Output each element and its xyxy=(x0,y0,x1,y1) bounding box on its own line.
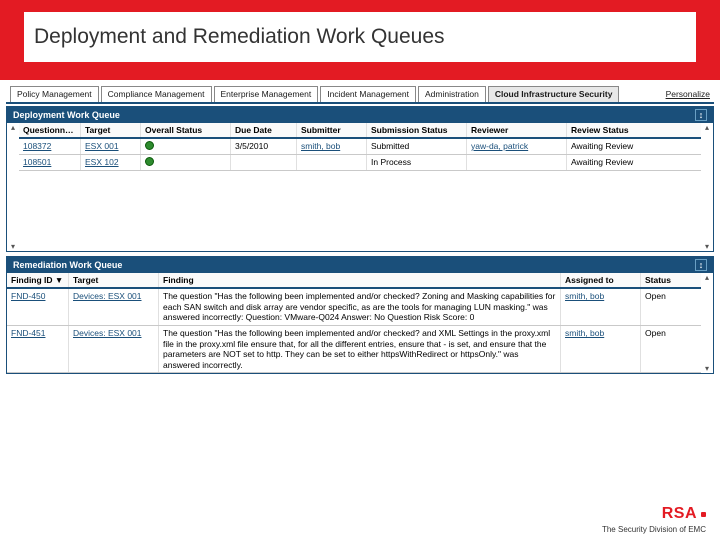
col-review-status[interactable]: Review Status xyxy=(567,123,701,137)
col-reviewer[interactable]: Reviewer xyxy=(467,123,567,137)
app-frame: Policy Management Compliance Management … xyxy=(6,86,714,374)
remediation-panel: Remediation Work Queue ↕ Finding ID ▼ Ta… xyxy=(6,256,714,374)
footer-branding: RSA The Security Division of EMC xyxy=(602,505,706,534)
col-submission-status[interactable]: Submission Status xyxy=(367,123,467,137)
status-cell xyxy=(141,139,231,154)
remediation-panel-title: Remediation Work Queue xyxy=(13,260,122,270)
finding-link[interactable]: FND-450 xyxy=(11,291,45,301)
table-row[interactable]: 108372 ESX 001 3/5/2010 smith, bob Submi… xyxy=(19,139,701,155)
nav-tab-incident[interactable]: Incident Management xyxy=(320,86,416,102)
col-target[interactable]: Target xyxy=(69,273,159,287)
target-link[interactable]: Devices: ESX 001 xyxy=(73,291,142,301)
status-text: Open xyxy=(641,326,701,373)
table-row[interactable]: 108501 ESX 102 In Process Awaiting Revie… xyxy=(19,155,701,171)
page-title-text: Deployment and Remediation Work Queues xyxy=(34,25,445,49)
col-due-date[interactable]: Due Date xyxy=(231,123,297,137)
logo-square-icon xyxy=(701,512,706,517)
col-submitter[interactable]: Submitter xyxy=(297,123,367,137)
assigned-link[interactable]: smith, bob xyxy=(565,328,604,338)
col-finding[interactable]: Finding xyxy=(159,273,561,287)
finding-link[interactable]: FND-451 xyxy=(11,328,45,338)
col-overall-status[interactable]: Overall Status xyxy=(141,123,231,137)
reviewer-link[interactable]: yaw-da, patrick xyxy=(471,141,528,151)
submitter-cell xyxy=(297,155,367,170)
remediation-panel-header: Remediation Work Queue ↕ xyxy=(7,257,713,273)
col-assigned[interactable]: Assigned to xyxy=(561,273,641,287)
panel-toggle-icon[interactable]: ↕ xyxy=(695,109,707,121)
rsa-logo: RSA xyxy=(602,505,706,523)
col-status[interactable]: Status xyxy=(641,273,701,287)
status-dot-icon xyxy=(145,141,154,150)
deployment-panel: Deployment Work Queue ↕ ▴▾ Questionna...… xyxy=(6,106,714,252)
target-link[interactable]: Devices: ESX 001 xyxy=(73,328,142,338)
deployment-panel-title: Deployment Work Queue xyxy=(13,110,120,120)
remediation-grid-header: Finding ID ▼ Target Finding Assigned to … xyxy=(7,273,701,289)
col-questionnaire[interactable]: Questionna... xyxy=(19,123,81,137)
target-link[interactable]: ESX 001 xyxy=(85,141,119,151)
status-dot-icon xyxy=(145,157,154,166)
finding-text: The question "Has the following been imp… xyxy=(159,326,561,373)
submitter-link[interactable]: smith, bob xyxy=(301,141,340,151)
remediation-grid: Finding ID ▼ Target Finding Assigned to … xyxy=(7,273,701,373)
finding-text: The question "Has the following been imp… xyxy=(159,289,561,325)
scrollbar[interactable]: ▴▾ xyxy=(701,123,713,251)
status-text: Open xyxy=(641,289,701,325)
submission-status: In Process xyxy=(367,155,467,170)
left-thumb[interactable]: ▴▾ xyxy=(7,123,19,251)
questionnaire-link[interactable]: 108501 xyxy=(23,157,51,167)
panel-toggle-icon[interactable]: ↕ xyxy=(695,259,707,271)
nav-tab-cloud[interactable]: Cloud Infrastructure Security xyxy=(488,86,620,102)
deployment-panel-header: Deployment Work Queue ↕ xyxy=(7,107,713,123)
review-status: Awaiting Review xyxy=(567,139,701,154)
rsa-tagline: The Security Division of EMC xyxy=(602,525,706,534)
table-row[interactable]: FND-451 Devices: ESX 001 The question "H… xyxy=(7,326,701,374)
rsa-mark: RSA xyxy=(662,505,697,523)
questionnaire-link[interactable]: 108372 xyxy=(23,141,51,151)
status-cell xyxy=(141,155,231,170)
scrollbar[interactable]: ▴▾ xyxy=(701,273,713,373)
col-finding-id[interactable]: Finding ID ▼ xyxy=(7,273,69,287)
nav-tab-compliance[interactable]: Compliance Management xyxy=(101,86,212,102)
deployment-grid-header: Questionna... Target Overall Status Due … xyxy=(19,123,701,139)
due-date xyxy=(231,155,297,170)
nav-tab-admin[interactable]: Administration xyxy=(418,86,486,102)
review-status: Awaiting Review xyxy=(567,155,701,170)
submission-status: Submitted xyxy=(367,139,467,154)
sort-desc-icon: ▼ xyxy=(55,275,63,285)
remediation-grid-body: FND-450 Devices: ESX 001 The question "H… xyxy=(7,289,701,373)
nav-bar: Policy Management Compliance Management … xyxy=(6,86,714,104)
personalize-link[interactable]: Personalize xyxy=(666,89,710,99)
assigned-link[interactable]: smith, bob xyxy=(565,291,604,301)
deployment-grid-body: 108372 ESX 001 3/5/2010 smith, bob Submi… xyxy=(19,139,701,251)
due-date: 3/5/2010 xyxy=(231,139,297,154)
col-finding-id-label: Finding ID xyxy=(11,275,53,285)
page-title: Deployment and Remediation Work Queues xyxy=(24,12,696,62)
deployment-grid: Questionna... Target Overall Status Due … xyxy=(19,123,701,251)
nav-tab-policy[interactable]: Policy Management xyxy=(10,86,99,102)
reviewer-cell xyxy=(467,155,567,170)
nav-tab-enterprise[interactable]: Enterprise Management xyxy=(214,86,319,102)
col-target[interactable]: Target xyxy=(81,123,141,137)
target-link[interactable]: ESX 102 xyxy=(85,157,119,167)
table-row[interactable]: FND-450 Devices: ESX 001 The question "H… xyxy=(7,289,701,326)
